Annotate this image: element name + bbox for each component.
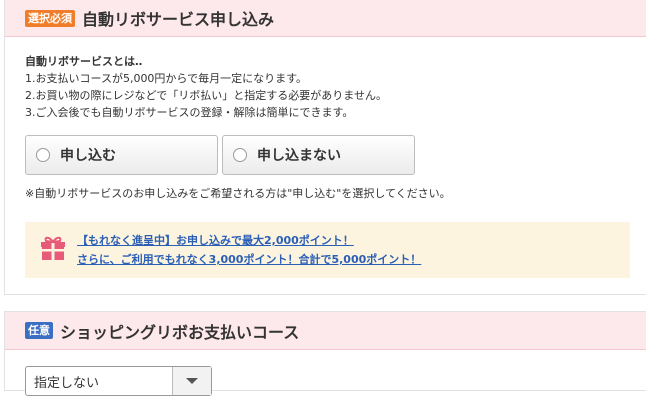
required-badge: 選択必須: [25, 9, 75, 27]
section-header: 任意 ショッピングリボお支払いコース: [5, 312, 646, 350]
section-header: 選択必須 自動リボサービス申し込み: [5, 0, 646, 37]
optional-badge: 任意: [25, 322, 53, 339]
auto-revo-options: 申し込む 申し込まない: [25, 135, 415, 175]
auto-revo-section: 選択必須 自動リボサービス申し込み 自動リボサービスとは‥ 1.お支払いコースが…: [4, 0, 646, 295]
chevron-down-icon[interactable]: [172, 367, 211, 395]
decline-radio[interactable]: 申し込まない: [222, 135, 415, 175]
section-title: ショッピングリボお支払いコース: [60, 322, 300, 342]
description-title: 自動リボサービスとは‥: [25, 55, 143, 68]
description-line: 1.お支払いコースが5,000円からで毎月一定になります。: [25, 72, 308, 85]
description-line: 3.ご入会後でも自動リボサービスの登録・解除は簡単にできます。: [25, 106, 354, 119]
promo-link-points[interactable]: さらに、ご利用でもれなく3,000ポイント！合計で5,000ポイント！: [77, 250, 421, 269]
select-value: 指定しない: [34, 375, 100, 391]
promo-links: 【もれなく進呈中】お申し込みで最大2,000ポイント！ さらに、ご利用でもれなく…: [77, 231, 421, 269]
radio-label: 申し込まない: [257, 148, 341, 164]
radio-circle-icon: [36, 148, 50, 162]
shopping-revo-course-section: 任意 ショッピングリボお支払いコース 指定しない: [4, 311, 646, 396]
apply-radio[interactable]: 申し込む: [25, 135, 218, 175]
selection-note: ※自動リボサービスのお申し込みをご希望される方は"申し込む"を選択してください。: [25, 187, 451, 200]
description-line: 2.お買い物の際にレジなどで「リボ払い」と指定する必要がありません。: [25, 89, 387, 102]
course-select[interactable]: 指定しない: [25, 366, 212, 396]
promo-box: 【もれなく進呈中】お申し込みで最大2,000ポイント！ さらに、ご利用でもれなく…: [25, 222, 630, 278]
section-title: 自動リボサービス申し込み: [82, 10, 275, 29]
gift-icon: [39, 234, 67, 266]
radio-circle-icon: [233, 148, 247, 162]
radio-label: 申し込む: [60, 148, 116, 164]
description: 自動リボサービスとは‥ 1.お支払いコースが5,000円からで毎月一定になります…: [25, 53, 387, 121]
promo-link-campaign[interactable]: 【もれなく進呈中】お申し込みで最大2,000ポイント！: [77, 231, 421, 250]
